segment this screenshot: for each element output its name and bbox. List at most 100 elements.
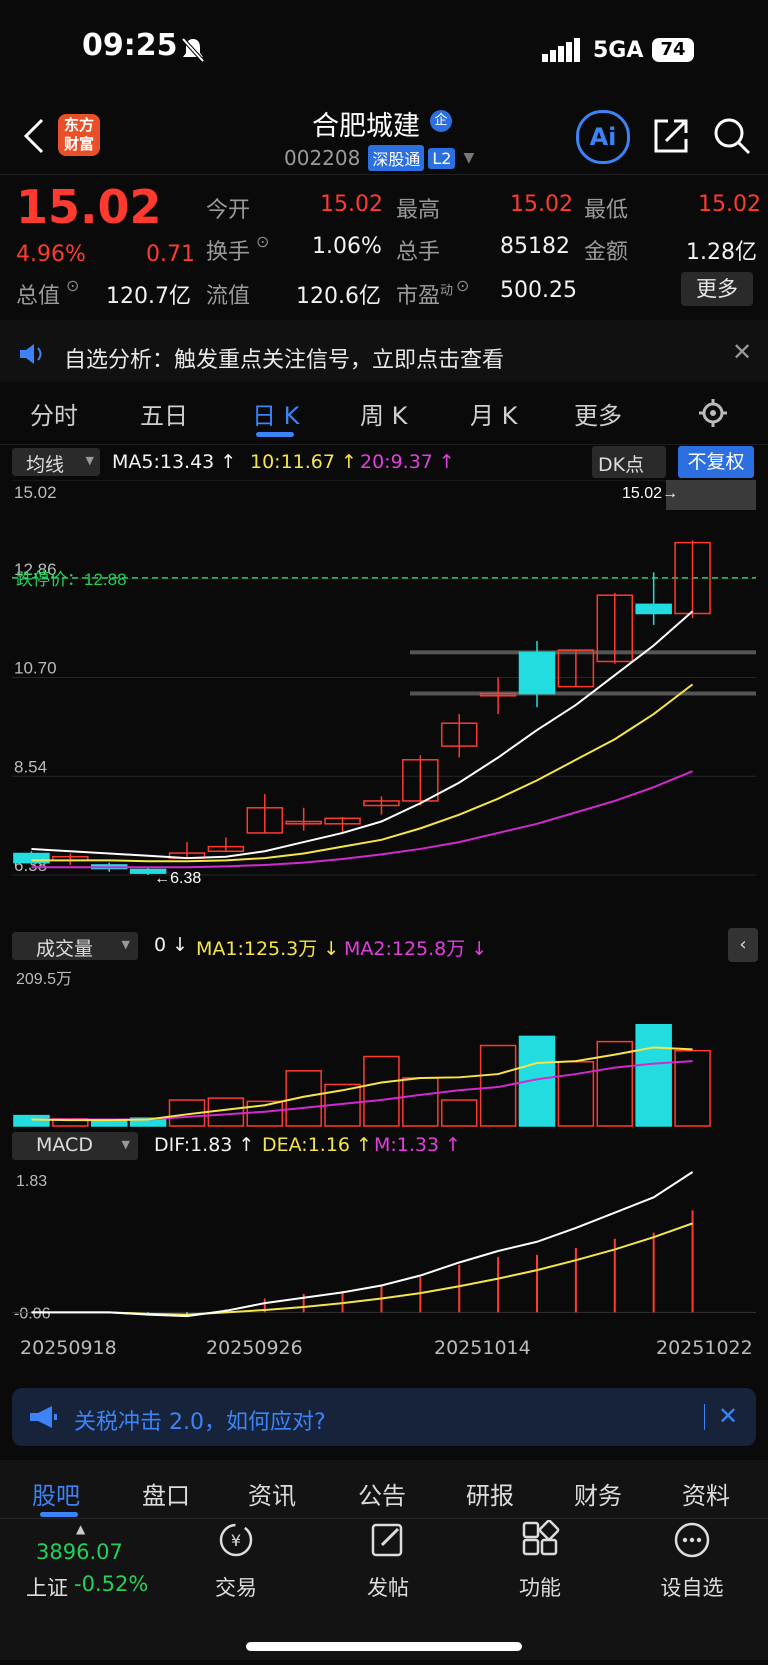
index-name: 上证: [26, 1576, 68, 1600]
bell-muted-icon: [181, 37, 205, 63]
tab-news[interactable]: 资讯: [248, 1476, 296, 1511]
dea-line: [31, 1222, 693, 1316]
volume-chart: 209.5万: [13, 971, 711, 1127]
change-pct: 4.96%: [16, 242, 86, 267]
candlestick-chart[interactable]: 15.0212.8610.708.546.38跌停价：12.8815.02→←6…: [0, 480, 768, 930]
volume-label: 总手: [396, 240, 441, 265]
settings-icon[interactable]: [698, 398, 728, 428]
tab-monthly-k[interactable]: 月 K: [470, 396, 517, 431]
candle-body: [518, 651, 556, 695]
macd-indicator-select[interactable]: MACD ▼: [12, 1132, 138, 1160]
index-widget[interactable]: ▲ 3896.07 上证 -0.52%: [24, 1522, 174, 1604]
edit-post-icon[interactable]: [368, 1520, 408, 1560]
limit-down-label: 跌停价：12.88: [16, 570, 127, 589]
share-icon[interactable]: [652, 117, 690, 155]
change-value: 0.71: [146, 242, 195, 267]
index-value: 3896.07: [36, 1540, 123, 1564]
promo-text[interactable]: 关税冲击 2.0，如何应对?: [74, 1404, 326, 1436]
divider: [704, 1404, 705, 1430]
dk-button[interactable]: DK点: [592, 446, 666, 478]
chevron-down-icon: ▼: [121, 1138, 130, 1151]
battery-icon: 74: [652, 38, 694, 62]
home-indicator: [246, 1642, 522, 1651]
add-watchlist-icon[interactable]: [672, 1520, 712, 1560]
tab-announcement[interactable]: 公告: [358, 1476, 406, 1511]
info-icon[interactable]: ⊙: [66, 276, 79, 295]
tab-weekly-k[interactable]: 周 K: [360, 396, 407, 431]
chevron-down-icon: ▼: [121, 938, 130, 951]
stock-code: 002208: [284, 146, 361, 170]
tab-research[interactable]: 研报: [466, 1476, 514, 1511]
pe-sup: 动: [440, 283, 454, 299]
logo-line1: 东方: [63, 116, 94, 134]
ai-button[interactable]: Ai: [576, 110, 630, 164]
stock-code-row[interactable]: 002208 深股通 L2 ▼: [284, 145, 474, 171]
turnover-value: 1.06%: [312, 234, 382, 259]
indicator-select[interactable]: 均线 ▼: [12, 448, 100, 476]
max-price-label: 15.02→: [622, 485, 678, 502]
chevron-down-icon: ▼: [85, 454, 94, 467]
active-tab-indicator: [40, 1512, 78, 1517]
tab-pankou[interactable]: 盘口: [142, 1476, 190, 1511]
search-icon[interactable]: [712, 116, 752, 156]
candle-body: [635, 603, 672, 615]
min-price-label: ←6.38: [154, 870, 201, 887]
collapse-panel-button[interactable]: ‹: [728, 928, 758, 962]
amount-value: 1.28亿: [686, 240, 757, 265]
ma5-line: [31, 610, 694, 860]
volume-current: 0 ↓: [154, 934, 189, 956]
ma10-line: [31, 683, 694, 863]
volume-bar: [13, 1114, 50, 1127]
dropdown-icon: ▼: [463, 150, 475, 166]
amount-label: 金额: [584, 240, 629, 265]
low-label: 最低: [584, 198, 629, 223]
trade-icon[interactable]: ¥: [216, 1520, 256, 1560]
pe-label: 市盈动: [396, 278, 453, 310]
active-tab-indicator: [256, 432, 294, 437]
tab-intraday[interactable]: 分时: [30, 396, 78, 431]
megaphone-icon: [30, 1406, 57, 1428]
tab-guba[interactable]: 股吧: [32, 1476, 80, 1511]
macd-top-label: 1.83: [16, 1173, 47, 1190]
function-label[interactable]: 功能: [490, 1572, 590, 1602]
post-label[interactable]: 发帖: [338, 1572, 438, 1602]
battery-level: 74: [660, 39, 686, 60]
signal-icon: [542, 38, 580, 62]
back-icon[interactable]: [22, 118, 46, 154]
volume-indicator-label: 成交量: [36, 938, 94, 960]
high-label: 最高: [396, 198, 441, 223]
price-axis-label: 8.54: [14, 757, 47, 776]
low-value: 15.02: [698, 192, 761, 217]
tab-more[interactable]: 更多: [574, 396, 622, 431]
volume-bar: [402, 1077, 439, 1127]
macd-dif: DIF:1.83 ↑: [154, 1134, 255, 1156]
close-icon[interactable]: ✕: [732, 338, 752, 366]
notice-text[interactable]: 自选分析：触发重点关注信号，立即点击查看: [64, 342, 504, 374]
volume-indicator-select[interactable]: 成交量 ▼: [12, 932, 138, 960]
tab-finance[interactable]: 财务: [574, 1476, 622, 1511]
speaker-icon: [20, 344, 42, 364]
macd-dea: DEA:1.16 ↑: [262, 1134, 372, 1156]
index-change: -0.52%: [74, 1572, 149, 1596]
close-icon[interactable]: ✕: [718, 1402, 738, 1430]
function-grid-icon[interactable]: [520, 1520, 560, 1560]
info-icon[interactable]: ⊙: [256, 232, 269, 251]
adjust-button[interactable]: 不复权: [678, 446, 754, 478]
ma5-label: MA5:13.43 ↑: [112, 451, 237, 473]
logo-line2: 财富: [63, 135, 94, 153]
float-value: 120.6亿: [296, 284, 381, 309]
info-icon[interactable]: ⊙: [456, 276, 469, 295]
tab-five-day[interactable]: 五日: [140, 396, 188, 431]
volume-bar: [90, 1120, 128, 1127]
ma20-line: [31, 770, 693, 869]
more-button[interactable]: 更多: [681, 272, 753, 306]
volume-bar: [363, 1055, 400, 1127]
tab-profile[interactable]: 资料: [682, 1476, 730, 1511]
highlight-box: [666, 480, 756, 510]
date-label: 20251014: [434, 1337, 531, 1359]
add-watchlist-label[interactable]: 设自选: [642, 1572, 742, 1602]
date-label: 20251022: [656, 1337, 753, 1359]
tab-daily-k[interactable]: 日 K: [252, 396, 299, 431]
pe-label-text: 市盈: [396, 284, 441, 309]
trade-label[interactable]: 交易: [186, 1572, 286, 1602]
